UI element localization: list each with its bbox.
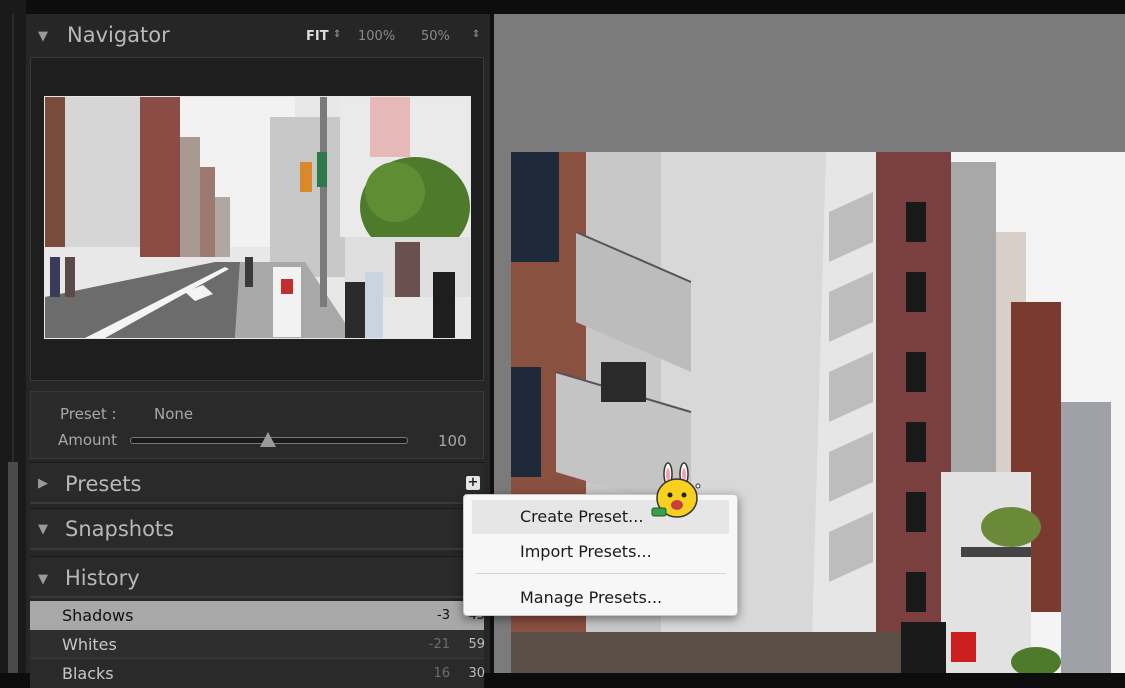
history-collapse-icon[interactable]: ▼ (38, 572, 48, 587)
presets-title[interactable]: Presets (65, 472, 141, 496)
history-title[interactable]: History (65, 566, 140, 590)
zoom-fit-button[interactable]: FIT (306, 29, 329, 44)
amount-slider-knob[interactable] (260, 432, 276, 447)
zoom-custom-stepper-icon[interactable]: ⇕ (472, 29, 480, 40)
scrollbar[interactable] (8, 462, 18, 673)
presets-expand-icon[interactable]: ▶ (38, 476, 48, 491)
mascot-cursor-icon (650, 462, 706, 520)
history-row[interactable]: Shadows -3 45 (30, 601, 485, 630)
left-panel-edge (0, 0, 26, 673)
menu-separator (476, 573, 726, 574)
history-step-name: Shadows (62, 606, 134, 625)
menu-item-import-presets[interactable]: Import Presets... (472, 535, 729, 569)
history-step-name: Whites (62, 635, 117, 654)
preset-value[interactable]: None (154, 405, 193, 423)
history-step-value: 30 (468, 666, 485, 681)
zoom-fit-stepper-icon[interactable]: ⇕ (333, 29, 341, 40)
history-row[interactable]: Blacks 16 30 (30, 659, 485, 688)
history-step-name: Blacks (62, 664, 114, 683)
menu-item-manage-presets[interactable]: Manage Presets... (472, 581, 729, 615)
navigator-collapse-icon[interactable]: ▼ (38, 29, 48, 44)
zoom-50-button[interactable]: 50% (421, 29, 450, 44)
add-preset-plus-icon[interactable]: + (466, 476, 480, 490)
history-row[interactable]: Whites -21 59 (30, 630, 485, 659)
preset-label: Preset : (60, 405, 117, 423)
amount-value[interactable]: 100 (438, 432, 467, 450)
history-step-value: 59 (468, 637, 485, 652)
navigator-thumbnail[interactable] (44, 96, 471, 339)
amount-label: Amount (58, 431, 117, 449)
navigator-title[interactable]: Navigator (67, 23, 170, 47)
snapshots-title[interactable]: Snapshots (65, 517, 174, 541)
zoom-100-button[interactable]: 100% (358, 29, 395, 44)
snapshots-collapse-icon[interactable]: ▼ (38, 522, 48, 537)
